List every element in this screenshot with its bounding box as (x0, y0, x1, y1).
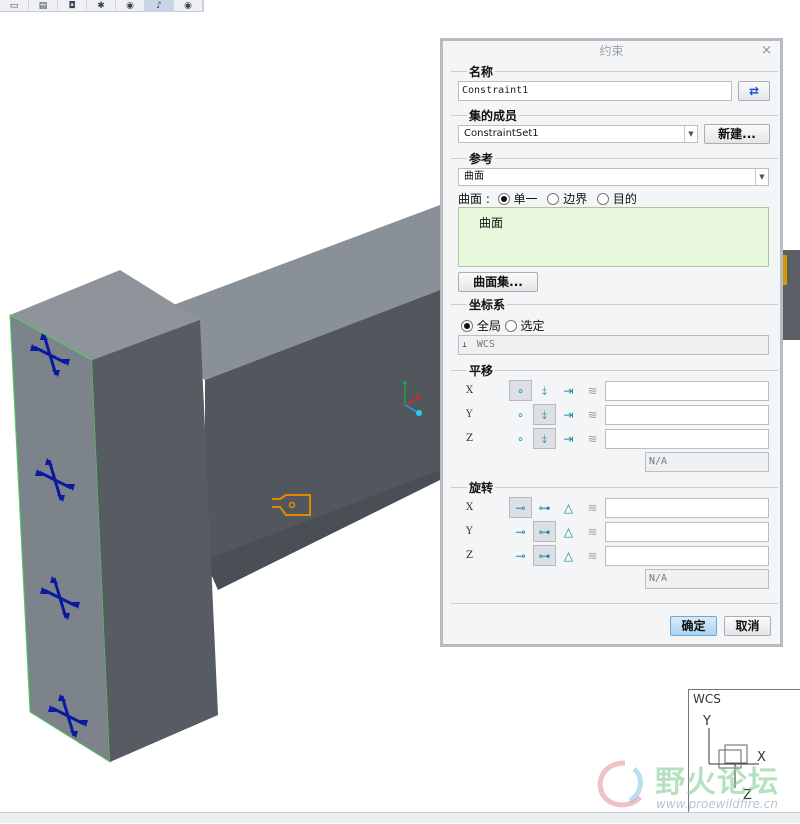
reference-type-value: 曲面 (464, 171, 484, 182)
page-icon[interactable]: ▤ (29, 0, 58, 12)
surface-set-button[interactable]: 曲面集... (458, 272, 538, 292)
fixed-rotation-icon[interactable]: ⊶ (533, 497, 556, 518)
function-rotation-icon[interactable]: ≋ (581, 521, 604, 542)
reference-list[interactable]: 曲面 (458, 207, 769, 267)
rotation-x-label: X (466, 502, 474, 513)
translation-x-field[interactable] (605, 381, 769, 401)
function-icon[interactable]: ≋ (581, 380, 604, 401)
radio-single-label: 单一 (513, 192, 538, 206)
rotation-z-field[interactable] (605, 546, 769, 566)
set-select-value: ConstraintSet1 (464, 128, 539, 139)
chevron-down-icon: ▼ (755, 169, 768, 185)
radio-intent[interactable] (597, 193, 610, 205)
eye-toggle-icon[interactable]: ◉ (174, 0, 203, 12)
wcs-y-label: Y (703, 714, 711, 729)
fixed-rotation-icon[interactable]: ⊶ (533, 545, 556, 566)
set-select[interactable]: ConstraintSet1 ▼ (458, 125, 698, 143)
name-label: 名称 (467, 63, 496, 80)
radio-intent-label: 目的 (612, 192, 637, 206)
prescribed-icon[interactable]: ⇥ (557, 380, 580, 401)
cs-radio-row: 全局 选定 (461, 317, 545, 334)
fixed-icon[interactable]: ⤈ (533, 380, 556, 401)
set-member-label: 集的成员 (467, 107, 520, 124)
eye-icon[interactable]: ◉ (116, 0, 145, 12)
fixed-rotation-icon[interactable]: ⊶ (533, 521, 556, 542)
block-side-face (92, 320, 218, 762)
watermark-url: www.proewildfire.cn (656, 797, 778, 811)
rotation-y-field[interactable] (605, 522, 769, 542)
status-bar (0, 812, 800, 823)
prescribed-icon[interactable]: ⇥ (557, 428, 580, 449)
dialog-divider (451, 603, 778, 604)
constraint-dialog: 约束 × 名称 Constraint1 ⇄ 集的成员 ConstraintSet… (440, 38, 783, 647)
chevron-down-icon: ▼ (684, 126, 697, 142)
free-rotation-icon[interactable]: ⊸ (509, 521, 532, 542)
surface-mode-prefix: 曲面 : (458, 192, 490, 206)
cancel-button[interactable]: 取消 (724, 616, 771, 636)
free-icon[interactable]: ∘ (509, 380, 532, 401)
translation-z-label: Z (466, 433, 473, 444)
name-group: 名称 Constraint1 ⇄ (451, 63, 778, 105)
coordinate-system-label: 坐标系 (467, 296, 508, 313)
new-set-button[interactable]: 新建... (704, 124, 770, 144)
radio-global[interactable] (461, 320, 473, 332)
name-field[interactable]: Constraint1 (458, 81, 732, 101)
translation-label: 平移 (467, 362, 496, 379)
reference-group: 参考 曲面 ▼ 曲面 : 单一 边界 目的 曲面 曲面集... (451, 150, 778, 294)
free-icon[interactable]: ∘ (509, 428, 532, 449)
close-icon[interactable]: × (761, 41, 772, 61)
reference-type-select[interactable]: 曲面 ▼ (458, 168, 769, 186)
translation-z-field[interactable] (605, 429, 769, 449)
function-rotation-icon[interactable]: ≋ (581, 497, 604, 518)
watermark-text: 野火论坛 (655, 765, 779, 800)
csys-icon: ⊥ (462, 340, 467, 349)
list-item[interactable]: 曲面 (459, 208, 768, 231)
rotation-units-field: N/A (645, 569, 769, 589)
top-toolbar: ▭ ▤ ◘ ✱ ◉ ♪ ◉ (0, 0, 204, 12)
translation-group: 平移 X ∘ ⤈ ⇥ ≋ Y ∘ ⤈ ⇥ ≋ Z ∘ ⤈ ⇥ ≋ N/A (451, 362, 778, 478)
rotation-z-label: Z (466, 550, 473, 561)
dialog-title-text: 约束 (599, 44, 624, 58)
prescribed-rotation-icon[interactable]: △ (557, 521, 580, 542)
surface-mode-row: 曲面 : 单一 边界 目的 (458, 190, 637, 207)
fixed-icon[interactable]: ⤈ (533, 404, 556, 425)
translation-units-field: N/A (645, 452, 769, 472)
function-icon[interactable]: ≋ (581, 428, 604, 449)
swap-icon[interactable]: ⇄ (738, 81, 770, 101)
radio-global-label: 全局 (476, 319, 501, 333)
ok-button[interactable]: 确定 (670, 616, 717, 636)
radio-boundary[interactable] (547, 193, 560, 205)
radio-selected[interactable] (504, 320, 517, 332)
translation-x-label: X (466, 385, 474, 396)
marker-icon[interactable]: ♪ (145, 0, 174, 12)
rotation-y-label: Y (466, 526, 473, 537)
set-member-group: 集的成员 ConstraintSet1 ▼ 新建... (451, 107, 778, 147)
rotation-label: 旋转 (467, 479, 496, 496)
fixed-icon[interactable]: ⤈ (533, 428, 556, 449)
translation-y-label: Y (466, 409, 473, 420)
watermark-logo-icon (597, 760, 643, 808)
cs-field: ⊥ WCS (458, 335, 769, 355)
prescribed-icon[interactable]: ⇥ (557, 404, 580, 425)
function-rotation-icon[interactable]: ≋ (581, 545, 604, 566)
rotation-x-field[interactable] (605, 498, 769, 518)
prescribed-rotation-icon[interactable]: △ (557, 497, 580, 518)
radio-single[interactable] (497, 193, 510, 205)
camera-icon[interactable]: ◘ (58, 0, 87, 12)
free-rotation-icon[interactable]: ⊸ (509, 497, 532, 518)
prescribed-rotation-icon[interactable]: △ (557, 545, 580, 566)
coordinate-system-group: 坐标系 全局 选定 ⊥ WCS (451, 296, 778, 360)
cs-field-value: WCS (476, 339, 495, 350)
view-icon[interactable]: ▭ (0, 0, 29, 12)
radio-selected-label: 选定 (520, 319, 545, 333)
rotation-group: 旋转 X ⊸ ⊶ △ ≋ Y ⊸ ⊶ △ ≋ Z ⊸ ⊶ △ ≋ N/A (451, 479, 778, 597)
function-icon[interactable]: ≋ (581, 404, 604, 425)
dialog-title: 约束 × (443, 41, 780, 61)
free-icon[interactable]: ∘ (509, 404, 532, 425)
free-rotation-icon[interactable]: ⊸ (509, 545, 532, 566)
spin-icon[interactable]: ✱ (87, 0, 116, 12)
translation-y-field[interactable] (605, 405, 769, 425)
reference-label: 参考 (467, 150, 496, 167)
radio-boundary-label: 边界 (563, 192, 588, 206)
